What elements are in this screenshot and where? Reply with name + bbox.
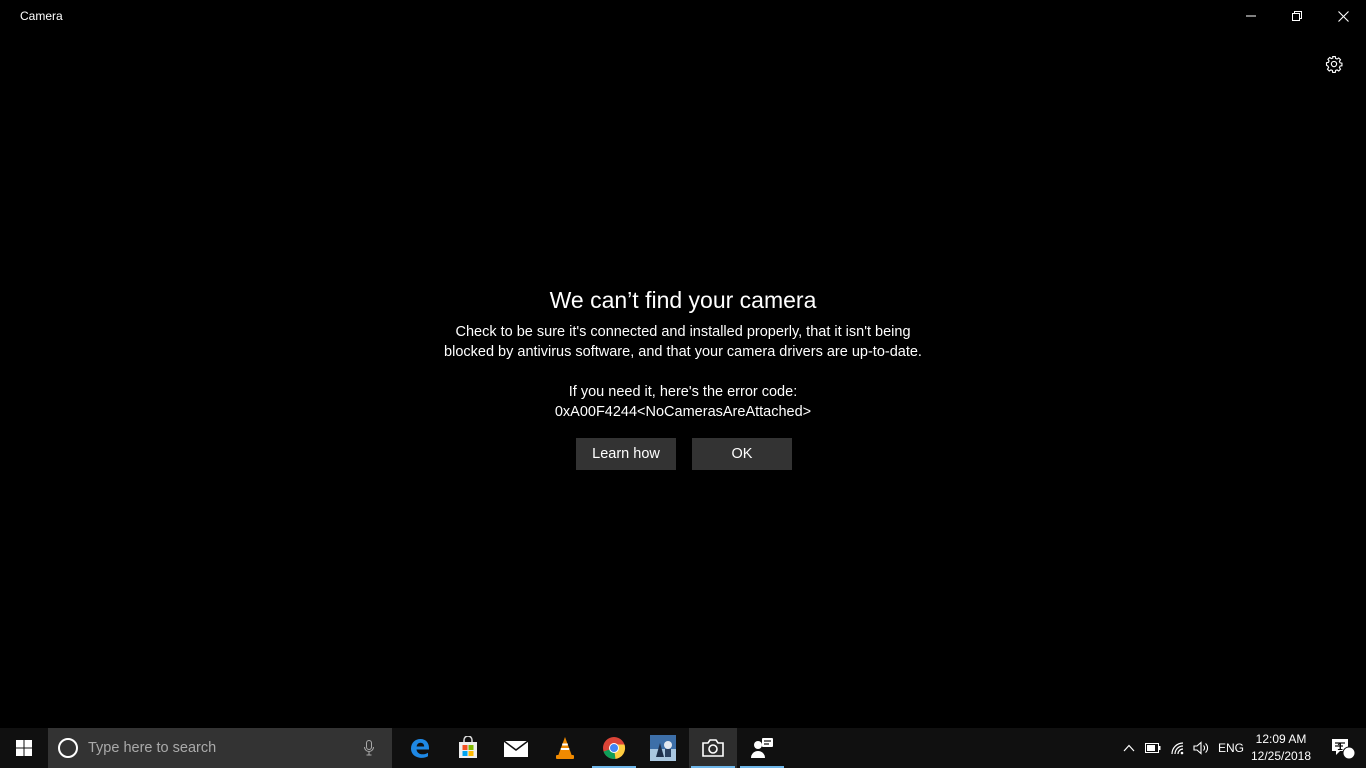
taskbar-mail[interactable] [492, 728, 540, 768]
language-button[interactable]: ENG [1214, 728, 1248, 768]
search-box[interactable]: Type here to search [48, 728, 392, 768]
dialog-message-line1: Check to be sure it's connected and inst… [455, 324, 911, 340]
restore-icon [1292, 11, 1302, 21]
speaker-icon [1193, 741, 1208, 755]
window-title: Camera [20, 9, 63, 23]
language-indicator: ENG [1217, 741, 1244, 755]
search-input[interactable]: Type here to search [88, 740, 216, 756]
show-hidden-icons-button[interactable] [1118, 728, 1140, 768]
dialog-body: Check to be sure it's connected and inst… [383, 322, 983, 422]
taskbar-store[interactable] [444, 728, 492, 768]
ok-button[interactable]: OK [692, 438, 792, 470]
dialog-title: We can’t find your camera [549, 287, 817, 313]
restore-button[interactable] [1274, 0, 1320, 32]
taskbar-people[interactable] [738, 728, 786, 768]
error-dialog: We can’t find your camera Check to be su… [383, 284, 983, 422]
learn-how-button[interactable]: Learn how [576, 438, 676, 470]
chrome-icon [603, 737, 626, 759]
title-bar: Camera [0, 0, 1366, 32]
edge-icon [411, 739, 429, 758]
minimize-button[interactable] [1228, 0, 1274, 32]
error-code: 0xA00F4244<NoCamerasAreAttached> [554, 404, 812, 420]
taskbar: Type here to search ENG 12:09 AM 12/25/2… [0, 728, 1366, 768]
cortana-icon [58, 738, 78, 758]
game-icon [650, 735, 676, 761]
taskbar-edge[interactable] [396, 728, 444, 768]
dialog-buttons: Learn how OK [576, 438, 792, 470]
battery-icon [1145, 743, 1161, 753]
taskbar-camera[interactable] [689, 728, 737, 768]
camera-icon [702, 739, 724, 757]
clock[interactable]: 12:09 AM 12/25/2018 [1246, 731, 1316, 765]
error-intro: If you need it, here's the error code: [568, 384, 798, 400]
minimize-icon [1246, 15, 1256, 17]
people-icon [751, 738, 773, 758]
network-button[interactable] [1167, 728, 1189, 768]
gear-icon [1325, 55, 1343, 73]
notification-count-badge: 1 [1337, 742, 1343, 753]
dialog-message-line2: blocked by antivirus software, and that … [444, 344, 922, 360]
windows-logo-icon [16, 740, 32, 756]
taskbar-vlc[interactable] [541, 728, 589, 768]
clock-time: 12:09 AM [1255, 732, 1307, 746]
chevron-up-icon [1123, 744, 1135, 752]
store-icon [459, 736, 477, 758]
wifi-icon [1171, 742, 1184, 755]
mail-icon [503, 740, 529, 757]
microphone-icon[interactable] [364, 740, 374, 756]
start-button[interactable] [0, 728, 48, 768]
vlc-icon [556, 737, 574, 759]
close-button[interactable] [1320, 0, 1366, 32]
battery-button[interactable] [1142, 728, 1164, 768]
taskbar-game[interactable] [639, 728, 687, 768]
settings-button[interactable] [1320, 50, 1348, 78]
volume-button[interactable] [1190, 728, 1212, 768]
close-icon [1337, 10, 1349, 22]
clock-date: 12/25/2018 [1250, 749, 1312, 763]
taskbar-chrome[interactable] [590, 728, 638, 768]
